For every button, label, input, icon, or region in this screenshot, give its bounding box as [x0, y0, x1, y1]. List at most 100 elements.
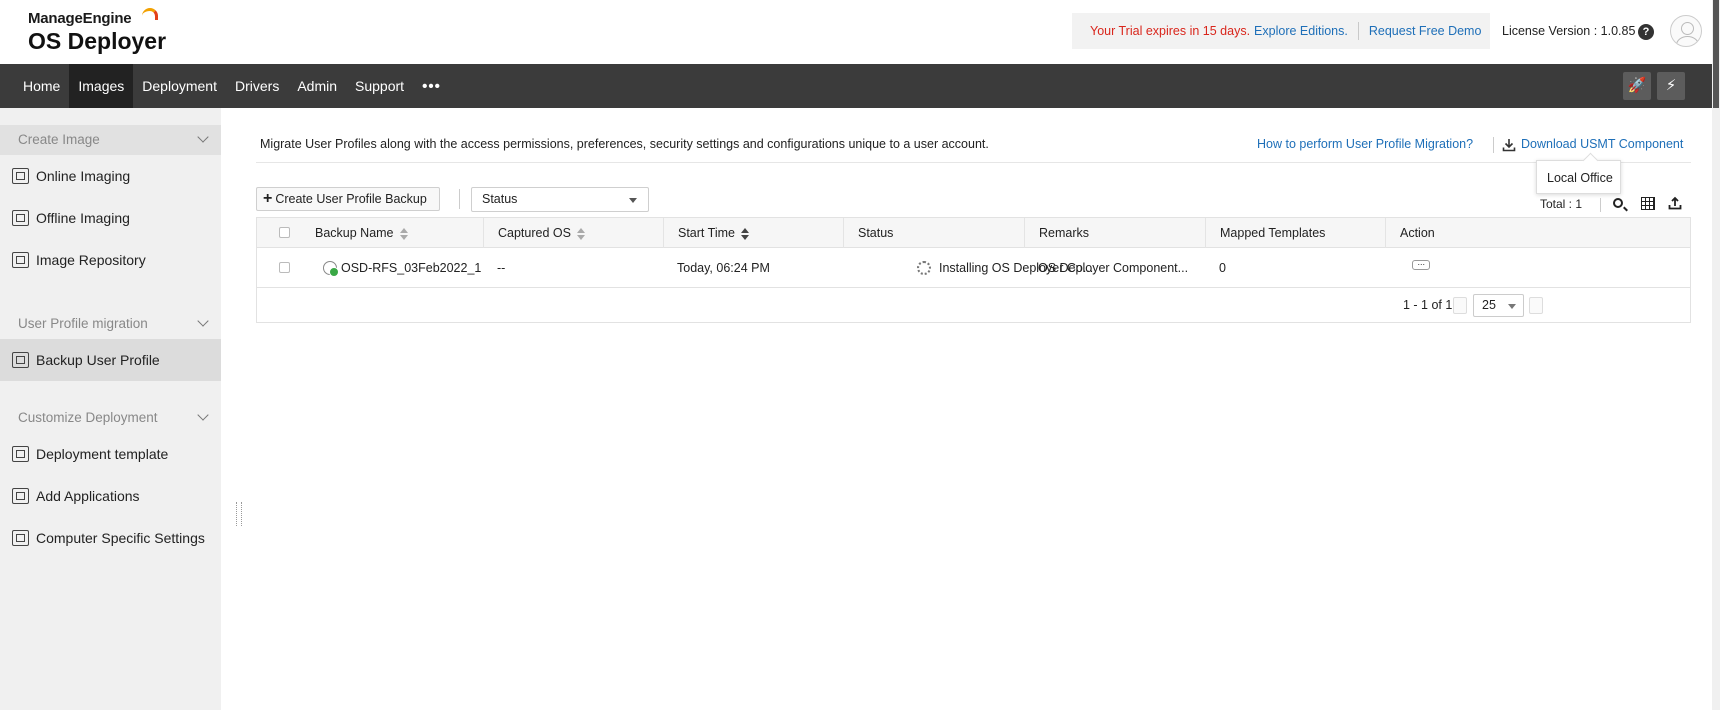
nav-images[interactable]: Images	[69, 64, 134, 108]
sidebar-item-deployment-template[interactable]: Deployment template	[0, 433, 221, 475]
column-header-mapped-templates[interactable]: Mapped Templates	[1205, 218, 1385, 248]
trial-banner: Your Trial expires in 15 days. Explore E…	[1072, 13, 1490, 49]
page-size-select[interactable]: 25	[1473, 294, 1524, 317]
column-header-backup-name[interactable]: Backup Name	[301, 218, 483, 248]
sidebar-section-create-image[interactable]: Create Image	[0, 125, 221, 155]
download-usmt-link[interactable]: Download USMT Component	[1521, 137, 1683, 151]
sidebar-item-label: Online Imaging	[36, 168, 131, 184]
download-options-popover: Local Office	[1536, 160, 1621, 194]
column-header-captured-os[interactable]: Captured OS	[483, 218, 663, 248]
plus-icon: +	[263, 190, 273, 207]
sidebar-item-image-repository[interactable]: Image Repository	[0, 239, 221, 281]
sort-icon	[399, 227, 408, 240]
computer-settings-icon	[12, 530, 29, 546]
license-version: License Version : 1.0.85	[1502, 24, 1636, 38]
nav-admin[interactable]: Admin	[288, 64, 346, 108]
create-button-label: Create User Profile Backup	[275, 192, 427, 206]
trial-expiry-text: Your Trial expires in 15 days.	[1090, 24, 1251, 38]
loading-spinner-icon	[917, 261, 931, 275]
column-chooser-icon[interactable]	[1641, 197, 1655, 210]
sidebar-item-label: Backup User Profile	[36, 352, 160, 368]
row-checkbox[interactable]	[279, 262, 290, 273]
sidebar-section-label: Customize Deployment	[18, 410, 158, 425]
bolt-icon[interactable]: ⚡	[1657, 72, 1685, 100]
previous-page-button[interactable]	[1453, 297, 1467, 314]
sidebar-section-user-profile-migration[interactable]: User Profile migration	[0, 309, 221, 339]
sort-icon	[740, 227, 749, 240]
create-user-profile-backup-button[interactable]: + Create User Profile Backup	[256, 187, 440, 211]
link-divider	[1493, 137, 1494, 153]
sidebar-section-label: Create Image	[18, 132, 100, 147]
page-scrollbar[interactable]	[1712, 0, 1720, 710]
nav-support[interactable]: Support	[346, 64, 413, 108]
backup-table: Backup Name Captured OS Start Time Statu…	[256, 217, 1691, 323]
sidebar-item-add-applications[interactable]: Add Applications	[0, 475, 221, 517]
column-header-action: Action	[1385, 218, 1690, 248]
explore-editions-link[interactable]: Explore Editions.	[1254, 24, 1348, 38]
page-size-value: 25	[1482, 298, 1496, 312]
column-header-start-time[interactable]: Start Time	[663, 218, 843, 248]
backup-profile-icon	[323, 261, 339, 277]
sidebar-item-label: Deployment template	[36, 446, 169, 462]
sidebar-item-label: Add Applications	[36, 488, 140, 504]
avatar[interactable]	[1670, 15, 1702, 47]
table-header: Backup Name Captured OS Start Time Statu…	[257, 218, 1690, 248]
column-header-status[interactable]: Status	[843, 218, 1024, 248]
chevron-down-icon	[1508, 304, 1516, 309]
search-icon[interactable]	[1613, 198, 1623, 208]
sidebar-item-online-imaging[interactable]: Online Imaging	[0, 155, 221, 197]
column-label: Action	[1400, 226, 1435, 240]
next-page-button[interactable]	[1529, 297, 1543, 314]
column-label: Captured OS	[498, 226, 571, 240]
sidebar-item-label: Computer Specific Settings	[36, 530, 205, 546]
help-icon[interactable]: ?	[1638, 24, 1654, 40]
column-label: Remarks	[1039, 226, 1090, 240]
rocket-icon[interactable]: 🚀	[1623, 72, 1651, 100]
deployment-template-icon	[12, 446, 29, 462]
content-divider	[256, 162, 1691, 163]
main-nav: Home Images Deployment Drivers Admin Sup…	[0, 64, 1712, 108]
total-count: Total : 1	[1540, 197, 1583, 211]
column-label: Mapped Templates	[1220, 226, 1326, 240]
sidebar-item-label: Image Repository	[36, 252, 146, 268]
cell-backup-name[interactable]: OSD-RFS_03Feb2022_18-...	[341, 248, 481, 288]
column-header-remarks[interactable]: Remarks	[1024, 218, 1205, 248]
top-header: ManageEngine OS Deployer Your Trial expi…	[0, 0, 1720, 64]
table-row[interactable]: OSD-RFS_03Feb2022_18-... -- Today, 06:24…	[257, 248, 1690, 288]
image-repository-icon	[12, 252, 29, 268]
add-applications-icon	[12, 488, 29, 504]
pagination-range: 1 - 1 of 1	[1403, 298, 1453, 312]
export-icon[interactable]	[1668, 196, 1682, 210]
download-icon[interactable]	[1502, 138, 1516, 152]
app-window: ManageEngine OS Deployer Your Trial expi…	[0, 0, 1720, 710]
sidebar-section-customize-deployment[interactable]: Customize Deployment	[0, 403, 221, 433]
chevron-down-icon	[629, 198, 637, 203]
column-label: Start Time	[678, 226, 735, 240]
sort-icon	[576, 227, 585, 240]
column-label: Backup Name	[315, 226, 394, 240]
trial-divider	[1357, 22, 1359, 40]
row-action-menu-button[interactable]: ···	[1412, 260, 1430, 270]
sidebar-item-offline-imaging[interactable]: Offline Imaging	[0, 197, 221, 239]
status-filter-select[interactable]: Status	[471, 187, 649, 212]
cell-mapped-templates: 0	[1219, 261, 1226, 275]
cell-captured-os: --	[497, 261, 506, 275]
column-label: Status	[858, 226, 894, 240]
request-demo-link[interactable]: Request Free Demo	[1369, 24, 1482, 38]
nav-home[interactable]: Home	[0, 64, 69, 108]
status-filter-value: Status	[482, 192, 518, 206]
logo[interactable]: ManageEngine OS Deployer	[28, 8, 166, 55]
sidebar: Create Image Online Imaging Offline Imag…	[0, 108, 221, 710]
sidebar-item-backup-user-profile[interactable]: Backup User Profile	[0, 339, 221, 381]
chevron-down-icon	[197, 315, 209, 327]
select-all-checkbox[interactable]	[279, 227, 290, 238]
howto-migration-link[interactable]: How to perform User Profile Migration?	[1257, 137, 1473, 151]
sidebar-item-computer-specific-settings[interactable]: Computer Specific Settings	[0, 517, 221, 559]
nav-more-icon[interactable]: •••	[413, 78, 441, 95]
nav-deployment[interactable]: Deployment	[133, 64, 226, 108]
sidebar-resize-handle[interactable]	[236, 502, 242, 526]
nav-drivers[interactable]: Drivers	[226, 64, 288, 108]
online-imaging-icon	[12, 168, 29, 184]
sidebar-section-label: User Profile migration	[18, 316, 148, 331]
popover-item-local-office[interactable]: Local Office	[1547, 171, 1613, 185]
